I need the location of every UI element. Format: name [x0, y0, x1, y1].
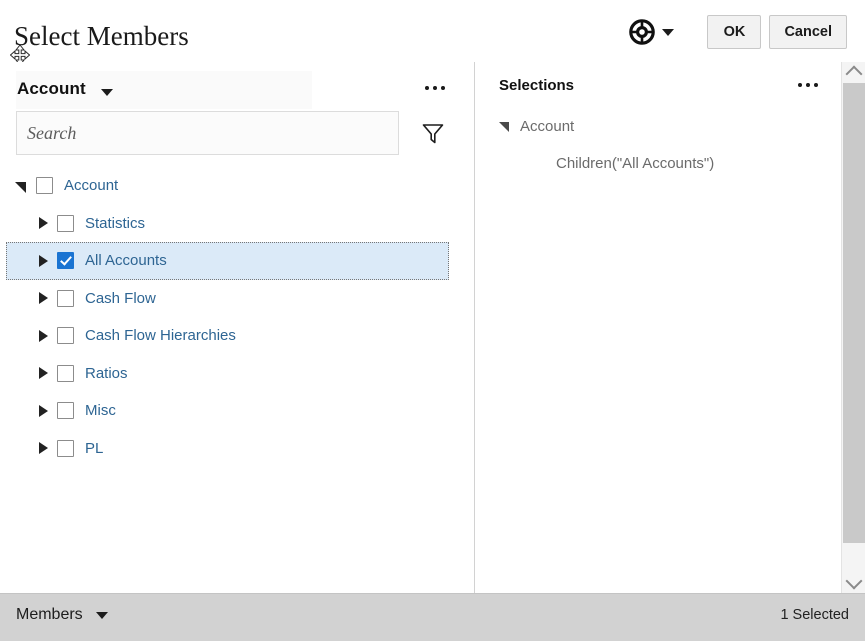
scroll-up-chevron-up-icon[interactable] — [842, 62, 865, 82]
tree-row-label[interactable]: Ratios — [85, 365, 128, 382]
tree-row-checkbox[interactable] — [36, 177, 53, 194]
tree-row-checkbox[interactable] — [57, 440, 74, 457]
selections-more-menu-icon[interactable] — [798, 83, 818, 87]
tree-expand-triangle-right-icon[interactable] — [36, 216, 50, 230]
help-chevron-down-icon[interactable] — [662, 29, 674, 36]
selections-pane: Selections Account Children("All Accounts… — [475, 62, 841, 593]
cancel-button[interactable]: Cancel — [769, 15, 847, 49]
tree-row-label[interactable]: Cash Flow — [85, 290, 156, 307]
tree-expand-triangle-right-icon[interactable] — [36, 404, 50, 418]
selection-expand-triangle-down-icon[interactable] — [499, 120, 511, 134]
tree-row[interactable]: Account — [0, 167, 474, 205]
tree-expand-triangle-right-icon[interactable] — [36, 254, 50, 268]
dimension-bar: Account — [0, 71, 474, 109]
tree-row-checkbox[interactable] — [57, 290, 74, 307]
page-title: Select Members — [14, 21, 189, 51]
tree-row-checkbox[interactable] — [57, 365, 74, 382]
tree-row-label[interactable]: Account — [64, 177, 118, 194]
tree-row[interactable]: PL — [0, 430, 474, 468]
tree-row-label[interactable]: PL — [85, 440, 103, 457]
tree-row-checkbox[interactable] — [57, 327, 74, 344]
member-tree[interactable]: Account Statistics All Accounts Cash Flow Ca… — [0, 167, 474, 587]
funnel-filter-icon[interactable] — [422, 123, 444, 144]
dialog-header: Select Members OK Cancel — [0, 0, 865, 62]
tree-row[interactable]: All Accounts — [6, 242, 449, 280]
tree-row[interactable]: Cash Flow — [0, 280, 474, 318]
tree-row-checkbox[interactable] — [57, 402, 74, 419]
life-ring-icon[interactable] — [629, 19, 655, 45]
tree-expand-triangle-down-icon[interactable] — [15, 179, 29, 193]
selected-count-label: 1 Selected — [780, 607, 849, 623]
tree-row[interactable]: Cash Flow Hierarchies — [0, 317, 474, 355]
tree-row-label[interactable]: Misc — [85, 402, 116, 419]
tree-row-label[interactable]: Cash Flow Hierarchies — [85, 327, 236, 344]
dialog-footer: Members 1 Selected — [0, 593, 865, 641]
member-mode-chevron-down-icon[interactable] — [96, 612, 108, 619]
help-menu[interactable] — [629, 19, 674, 45]
selection-row[interactable]: Children("All Accounts") — [475, 145, 841, 182]
selections-title: Selections — [499, 77, 574, 94]
members-pane: Account Account Statistics All Accounts Cas… — [0, 62, 474, 593]
tree-row-checkbox[interactable] — [57, 252, 74, 269]
selection-row-label: Account — [520, 118, 574, 135]
member-mode-selector[interactable]: Members — [16, 606, 108, 624]
tree-expand-triangle-right-icon[interactable] — [36, 366, 50, 380]
members-more-menu-icon[interactable] — [425, 86, 445, 90]
vertical-scrollbar[interactable] — [841, 62, 865, 593]
selection-row[interactable]: Account — [475, 108, 841, 145]
tree-row[interactable]: Ratios — [0, 355, 474, 393]
tree-row[interactable]: Statistics — [0, 205, 474, 243]
tree-expand-triangle-right-icon[interactable] — [36, 329, 50, 343]
ok-button[interactable]: OK — [707, 15, 761, 49]
tree-row-label[interactable]: Statistics — [85, 215, 145, 232]
scrollbar-thumb[interactable] — [843, 83, 865, 543]
tree-expand-triangle-right-icon[interactable] — [36, 291, 50, 305]
search-row — [0, 111, 474, 157]
member-mode-label[interactable]: Members — [16, 606, 83, 624]
dialog-header-actions: OK Cancel — [629, 13, 847, 51]
tree-row-checkbox[interactable] — [57, 215, 74, 232]
tree-expand-triangle-right-icon[interactable] — [36, 441, 50, 455]
selection-row-label: Children("All Accounts") — [556, 155, 714, 172]
selections-tree[interactable]: Account Children("All Accounts") — [475, 108, 841, 182]
search-input[interactable] — [16, 111, 399, 155]
tree-row-label[interactable]: All Accounts — [85, 252, 167, 269]
dimension-chevron-down-icon[interactable] — [101, 89, 113, 96]
tree-row[interactable]: Misc — [0, 392, 474, 430]
dimension-label[interactable]: Account — [17, 79, 86, 99]
scroll-down-chevron-down-icon[interactable] — [842, 573, 865, 593]
